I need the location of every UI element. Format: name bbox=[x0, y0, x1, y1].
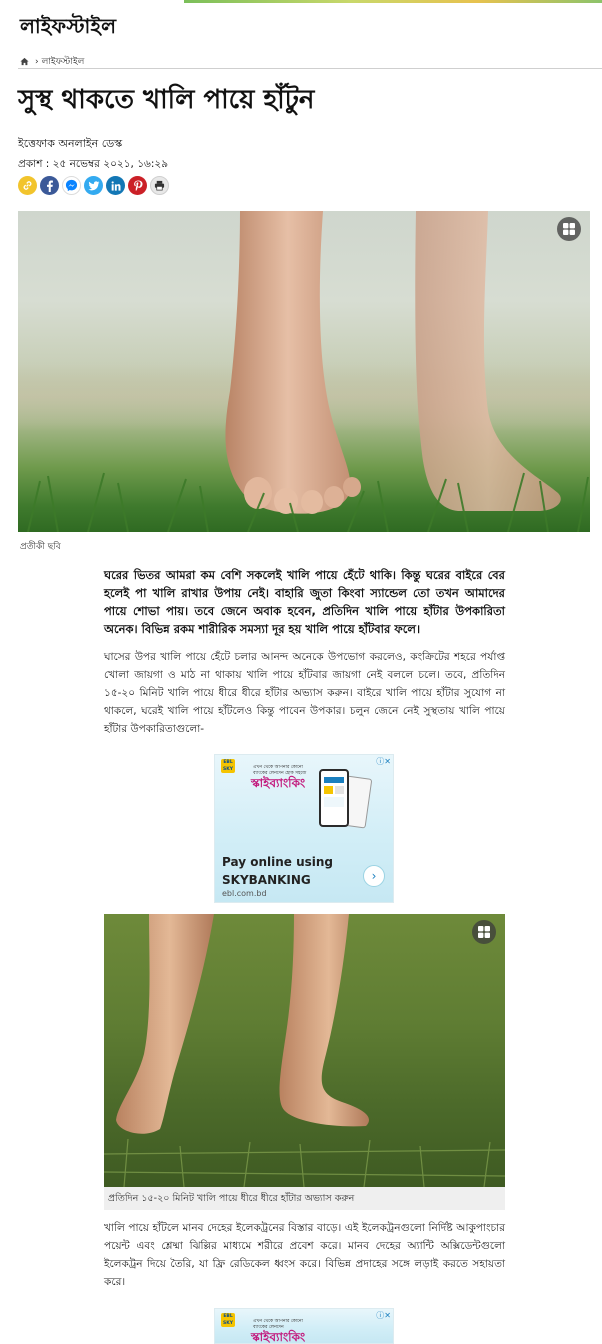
ad-domain: ebl.com.bd bbox=[222, 889, 267, 898]
section-header: লাইফস্টাইল bbox=[20, 12, 116, 42]
walking-photo-caption: প্রতিদিন ১৫-২০ মিনিট খালি পায়ে ধীরে ধীর… bbox=[104, 1187, 505, 1210]
publish-date: প্রকাশ : ২৫ নভেম্বর ২০২১, ১৬:২৯ bbox=[18, 158, 169, 170]
ad-brand: স্কাইব্যাংকিং bbox=[251, 776, 306, 790]
twitter-icon[interactable] bbox=[84, 176, 103, 195]
home-icon[interactable] bbox=[20, 57, 29, 66]
ad-headline: Pay online using SKYBANKING bbox=[222, 853, 333, 889]
chevron-right-icon[interactable]: › bbox=[363, 865, 385, 887]
linkedin-icon[interactable] bbox=[106, 176, 125, 195]
ebl-sky-logo: EBL SKY bbox=[221, 759, 235, 773]
ad-close-icon[interactable]: ⓘ✕ bbox=[376, 1310, 391, 1321]
lead-paragraph: ঘরের ভিতর আমরা কম বেশি সকলেই খালি পায়ে … bbox=[104, 568, 505, 636]
breadcrumb-current[interactable]: লাইফস্টাইল bbox=[42, 54, 85, 69]
lead-photo[interactable] bbox=[18, 211, 590, 532]
advertisement-1[interactable]: EBL SKY ⓘ✕ এখন থেকে আপনার কোনো ব্যাংকের … bbox=[214, 754, 394, 903]
print-icon[interactable] bbox=[150, 176, 169, 195]
ad-headline-line-1: Pay online using bbox=[222, 855, 334, 869]
article-byline: ইত্তেফাক অনলাইন ডেস্ক bbox=[18, 137, 123, 150]
gallery-icon[interactable] bbox=[472, 920, 496, 944]
lead-photo-caption: প্রতীকী ছবি bbox=[20, 542, 61, 552]
link-icon[interactable] bbox=[18, 176, 37, 195]
advertisement-2[interactable]: EBL SKY ⓘ✕ এখন থেকে আপনার কোনো ব্যাংকের … bbox=[214, 1308, 394, 1344]
messenger-icon[interactable] bbox=[62, 176, 81, 195]
ad-headline-line-2: SKYBANKING bbox=[222, 873, 311, 887]
phone-graphic bbox=[319, 769, 349, 827]
top-ad-banner[interactable] bbox=[184, 0, 602, 3]
ebl-sky-logo: EBL SKY bbox=[221, 1313, 235, 1327]
ad-brand: স্কাইব্যাংকিং bbox=[251, 1330, 306, 1344]
barefoot-illustration bbox=[27, 211, 589, 532]
gallery-icon[interactable] bbox=[557, 217, 581, 241]
walking-illustration bbox=[104, 914, 505, 1187]
ad-close-icon[interactable]: ⓘ✕ bbox=[376, 756, 391, 767]
header-divider bbox=[18, 68, 602, 69]
section-title[interactable]: লাইফস্টাইল bbox=[20, 14, 116, 38]
share-bar bbox=[18, 176, 169, 195]
article-headline: সুস্থ থাকতে খালি পায়ে হাঁটুন bbox=[18, 85, 315, 115]
breadcrumb: › লাইফস্টাইল bbox=[20, 54, 84, 69]
pinterest-icon[interactable] bbox=[128, 176, 147, 195]
body-paragraph-2: খালি পায়ে হাঁটলে মানব দেহের ইলেকট্রনের … bbox=[104, 1222, 505, 1288]
breadcrumb-separator: › bbox=[35, 56, 39, 67]
walking-photo[interactable] bbox=[104, 914, 505, 1187]
body-paragraph-1: ঘাসের উপর খালি পায়ে হেঁটে চলার আনন্দ অন… bbox=[104, 651, 505, 735]
facebook-icon[interactable] bbox=[40, 176, 59, 195]
